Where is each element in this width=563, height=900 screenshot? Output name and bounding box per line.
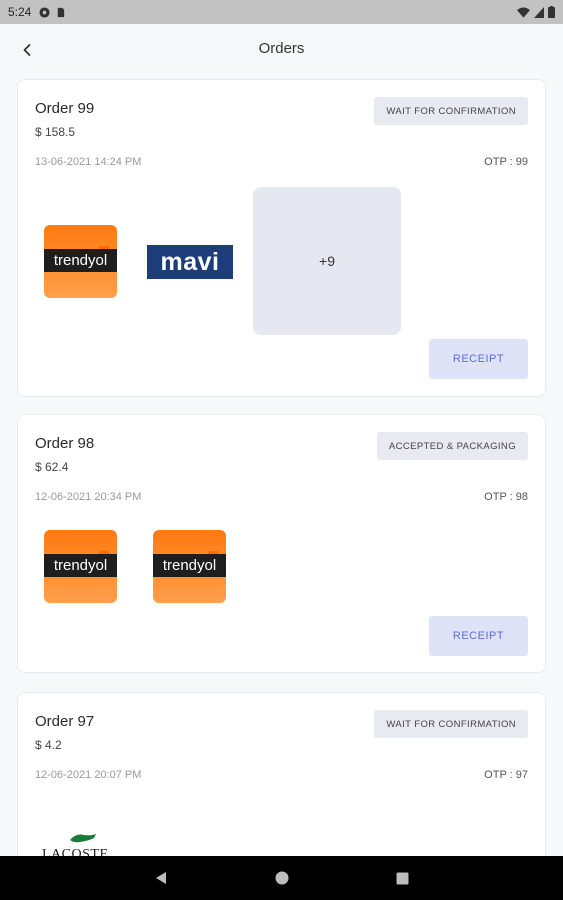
order-date: 12-06-2021 20:34 PM xyxy=(35,491,142,503)
triangle-back-icon xyxy=(155,872,166,884)
order-title: Order 97 xyxy=(35,713,95,730)
app-bar: Orders xyxy=(0,24,563,76)
square-recents-icon xyxy=(396,872,409,884)
trendyol-logo: trendyol xyxy=(44,530,117,603)
order-otp: OTP : 97 xyxy=(484,769,528,781)
wifi-icon xyxy=(517,7,530,18)
page-title: Orders xyxy=(258,40,305,57)
order-date: 12-06-2021 20:07 PM xyxy=(35,769,142,781)
order-price: $ 4.2 xyxy=(35,738,62,752)
battery-icon xyxy=(548,6,555,18)
status-badge: ACCEPTED & PACKAGING xyxy=(376,432,528,460)
trendyol-logo: trendyol xyxy=(153,530,226,603)
status-time: 5:24 xyxy=(8,5,32,19)
app-notification-icon xyxy=(39,6,50,18)
more-items-tile[interactable]: +9 xyxy=(253,187,401,335)
sd-card-icon xyxy=(58,7,65,17)
order-otp: OTP : 99 xyxy=(484,156,528,168)
order-title: Order 99 xyxy=(35,100,95,117)
status-bar: 5:24 xyxy=(0,0,563,24)
signal-icon xyxy=(534,6,544,18)
order-date: 13-06-2021 14:24 PM xyxy=(35,156,142,168)
lacoste-logo: LACOSTE xyxy=(42,831,122,856)
nav-home-button[interactable] xyxy=(270,866,294,890)
status-badge: WAIT FOR CONFIRMATION xyxy=(374,710,528,738)
order-card[interactable]: Order 97 $ 4.2 WAIT FOR CONFIRMATION 12-… xyxy=(17,692,546,856)
order-card[interactable]: Order 99 $ 158.5 WAIT FOR CONFIRMATION 1… xyxy=(17,79,546,397)
order-otp: OTP : 98 xyxy=(484,491,528,503)
order-card[interactable]: Order 98 $ 62.4 ACCEPTED & PACKAGING 12-… xyxy=(17,414,546,673)
receipt-button[interactable]: RECEIPT xyxy=(429,339,528,379)
orders-list[interactable]: Order 99 $ 158.5 WAIT FOR CONFIRMATION 1… xyxy=(0,76,563,856)
crocodile-icon xyxy=(70,834,96,843)
circle-home-icon xyxy=(275,871,288,885)
system-nav-bar xyxy=(0,856,563,900)
mavi-logo: mavi xyxy=(147,245,233,279)
nav-recents-button[interactable] xyxy=(391,866,415,890)
status-badge: WAIT FOR CONFIRMATION xyxy=(374,97,528,125)
order-price: $ 62.4 xyxy=(35,460,69,474)
trendyol-logo: trendyol xyxy=(44,225,117,298)
nav-back-button[interactable] xyxy=(149,866,173,890)
receipt-button[interactable]: RECEIPT xyxy=(429,616,528,656)
order-title: Order 98 xyxy=(35,435,95,452)
order-price: $ 158.5 xyxy=(35,125,76,139)
